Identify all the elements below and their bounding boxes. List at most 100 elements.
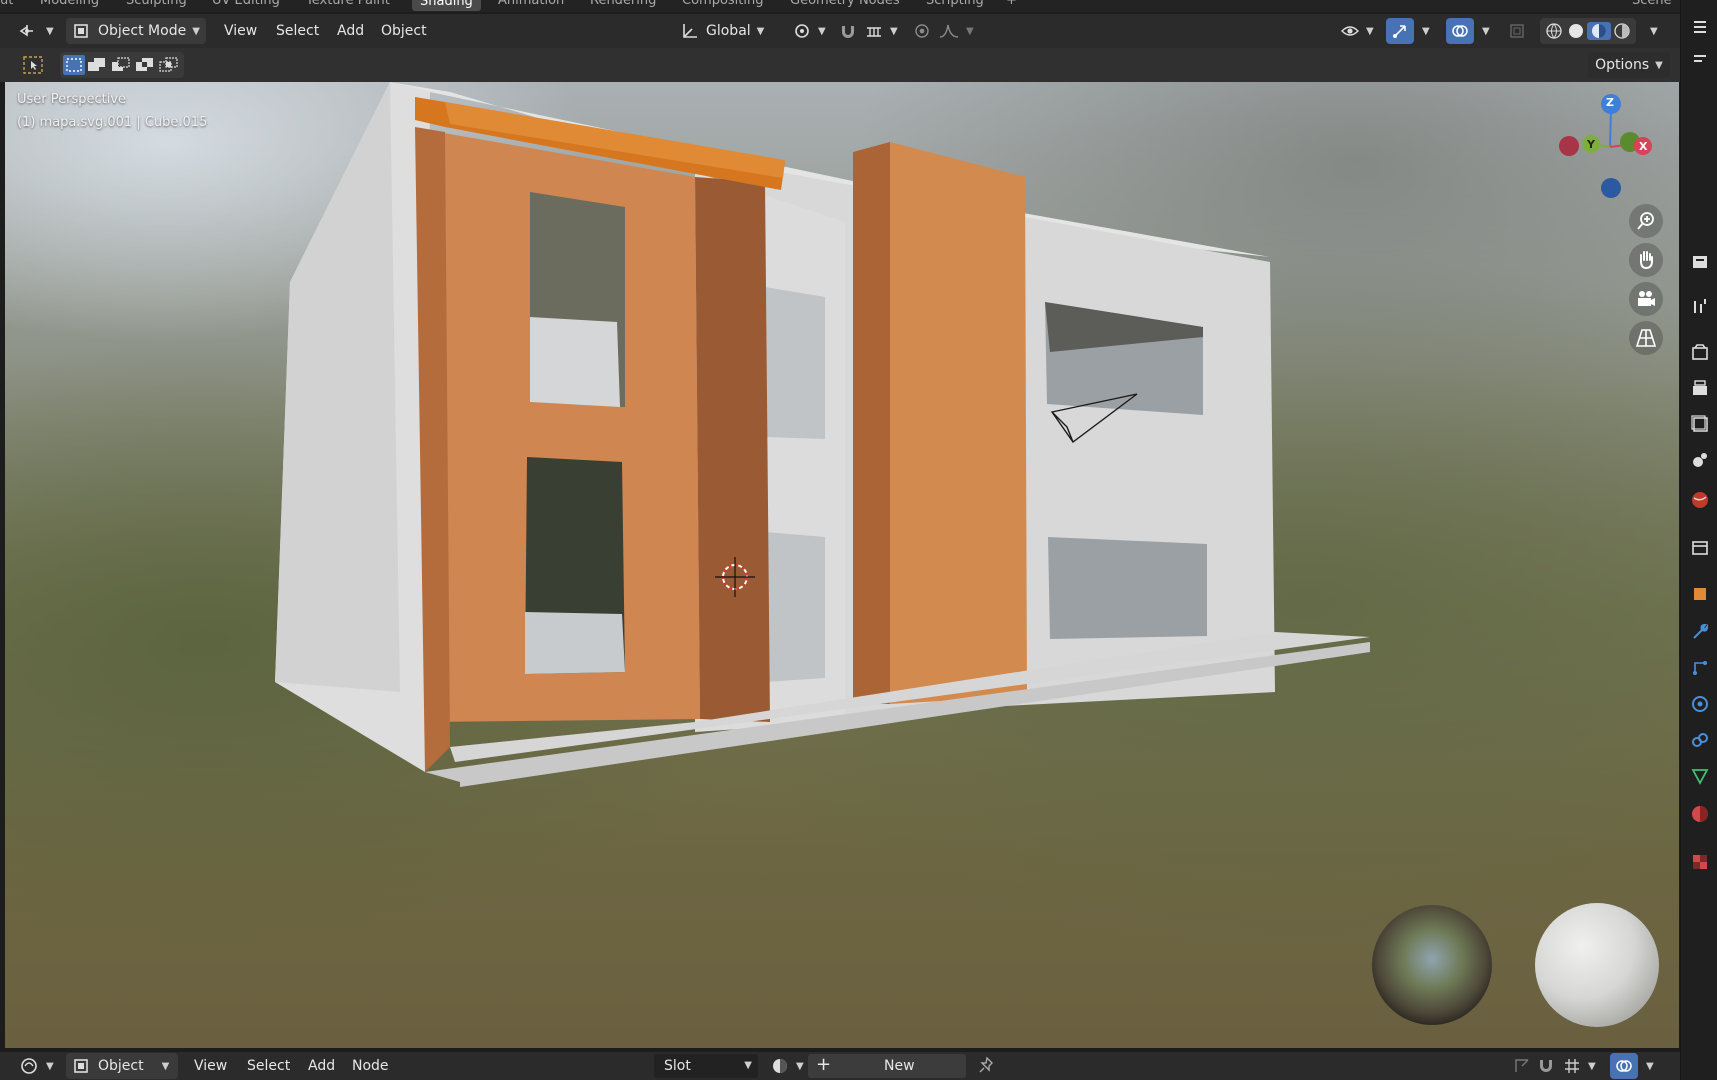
pan-button[interactable] xyxy=(1629,243,1663,277)
opening-lower-floor xyxy=(525,612,625,674)
proportional-edit-icon xyxy=(915,24,929,38)
particles-properties-icon[interactable] xyxy=(1690,658,1710,678)
shader-type-selector[interactable]: Object ▼ xyxy=(66,1053,178,1079)
physics-properties-icon[interactable] xyxy=(1690,694,1710,714)
view-layer-properties-icon[interactable] xyxy=(1690,414,1710,434)
workspace-tab-compositing[interactable]: Compositing xyxy=(682,0,764,8)
add-workspace-button[interactable]: + xyxy=(1006,0,1017,8)
wireframe-icon[interactable] xyxy=(1543,22,1565,40)
rendered-icon[interactable] xyxy=(1611,22,1633,40)
camera-icon xyxy=(1638,291,1655,306)
workspace-tab-texture-paint[interactable]: Texture Paint xyxy=(306,0,390,8)
active-tool-button[interactable] xyxy=(22,52,44,78)
pin-button[interactable] xyxy=(978,1053,996,1079)
filter-icon[interactable] xyxy=(1690,52,1710,72)
select-subtract-icon[interactable] xyxy=(109,55,133,75)
proportional-falloff-button[interactable]: ▼ xyxy=(938,18,974,44)
menu-add[interactable]: Add xyxy=(337,18,364,44)
object-mode-icon xyxy=(74,1059,88,1073)
workspace-tab-sculpting[interactable]: Sculpting xyxy=(126,0,187,8)
browse-material-button[interactable]: ▼ xyxy=(770,1053,804,1079)
viewport-header: ▼ Object Mode ▼ View Select Add Object G… xyxy=(0,14,1680,48)
solid-icon[interactable] xyxy=(1565,22,1587,40)
chevron-down-icon: ▼ xyxy=(818,25,826,37)
gizmo-toggle[interactable] xyxy=(1386,18,1414,44)
parent-node-tree-button[interactable] xyxy=(1512,1053,1532,1079)
render-properties-icon[interactable] xyxy=(1690,342,1710,362)
snap-toggle[interactable] xyxy=(1536,1053,1556,1079)
menu-select[interactable]: Select xyxy=(247,1053,290,1079)
xray-toggle[interactable] xyxy=(1508,18,1526,44)
properties-editor-icon[interactable] xyxy=(1690,252,1710,272)
mode-label: Object Mode xyxy=(98,23,187,39)
editor-type-button[interactable]: ▼ xyxy=(18,1053,54,1079)
perspective-toggle-button[interactable] xyxy=(1629,321,1663,355)
workspace-tab-modeling[interactable]: Modeling xyxy=(40,0,99,8)
selection-mode-group xyxy=(60,52,184,78)
mode-selector[interactable]: Object Mode ▼ xyxy=(66,18,206,44)
camera-view-button[interactable] xyxy=(1629,282,1663,316)
chevron-down-icon: ▼ xyxy=(796,1060,804,1072)
view3d-icon xyxy=(19,25,33,37)
arrow-up-icon xyxy=(1515,1059,1529,1072)
overlays-options-button[interactable]: ▼ xyxy=(1476,18,1490,44)
overlays-options-button[interactable]: ▼ xyxy=(1640,1053,1654,1079)
menu-node[interactable]: Node xyxy=(352,1053,389,1079)
orange-column-right xyxy=(890,142,1027,704)
editor-type-button[interactable]: ▼ xyxy=(18,18,54,44)
chevron-down-icon: ▼ xyxy=(1650,25,1658,37)
modifier-properties-icon[interactable] xyxy=(1690,622,1710,642)
visibility-selectability-button[interactable]: ▼ xyxy=(1340,18,1374,44)
new-material-button[interactable]: + New xyxy=(808,1054,966,1078)
overlays-toggle[interactable] xyxy=(1610,1053,1638,1079)
tool-header xyxy=(0,48,1680,82)
object-properties-icon[interactable] xyxy=(1690,584,1710,604)
menu-object[interactable]: Object xyxy=(381,18,427,44)
material-properties-icon[interactable] xyxy=(1690,804,1710,824)
menu-view[interactable]: View xyxy=(194,1053,227,1079)
material-slot-selector[interactable]: Slot ▼ xyxy=(654,1054,758,1078)
workspace-tab-rendering[interactable]: Rendering xyxy=(590,0,656,8)
scene-render xyxy=(275,82,1659,1027)
menu-add[interactable]: Add xyxy=(308,1053,335,1079)
transform-orientation-selector[interactable]: Global ▼ xyxy=(680,18,764,44)
select-new-icon[interactable] xyxy=(63,55,85,75)
material-preview-icon[interactable] xyxy=(1587,22,1611,40)
scene-properties-icon[interactable] xyxy=(1690,450,1710,470)
select-invert-icon[interactable] xyxy=(133,55,157,75)
snap-target-button[interactable]: ▼ xyxy=(864,18,898,44)
snap-target-button[interactable]: ▼ xyxy=(1562,1053,1596,1079)
gizmo-options-button[interactable]: ▼ xyxy=(1416,18,1430,44)
snap-toggle[interactable] xyxy=(838,18,858,44)
texture-properties-icon[interactable] xyxy=(1690,852,1710,872)
workspace-tab-geometry-nodes[interactable]: Geometry Nodes xyxy=(790,0,900,8)
scene-selector-label[interactable]: Scene xyxy=(1632,0,1672,8)
select-extend-icon[interactable] xyxy=(85,55,109,75)
gizmo-axis-x-label: X xyxy=(1639,140,1648,153)
overlays-toggle[interactable] xyxy=(1446,18,1474,44)
workspace-tab-scripting[interactable]: Scripting xyxy=(926,0,984,8)
pivot-point-button[interactable]: ▼ xyxy=(792,18,826,44)
house-left-wall-shade xyxy=(275,82,400,692)
menu-view[interactable]: View xyxy=(224,18,257,44)
workspace-tab-layout[interactable]: ut xyxy=(0,0,13,8)
output-properties-icon[interactable] xyxy=(1690,378,1710,398)
3d-viewport[interactable]: User Perspective (1) mapa.svg.001 | Cube… xyxy=(5,82,1679,1048)
constraints-properties-icon[interactable] xyxy=(1690,730,1710,750)
chevron-down-icon: ▼ xyxy=(161,1060,170,1072)
shading-options-button[interactable]: ▼ xyxy=(1644,18,1658,44)
workspace-tab-uv-editing[interactable]: UV Editing xyxy=(212,0,280,8)
options-dropdown[interactable]: Options ▼ xyxy=(1588,52,1670,78)
zoom-button[interactable] xyxy=(1629,204,1663,238)
world-properties-icon[interactable] xyxy=(1690,490,1710,510)
menu-select[interactable]: Select xyxy=(276,18,319,44)
workspace-tab-shading[interactable]: Shading xyxy=(412,0,481,11)
collection-properties-icon[interactable] xyxy=(1690,538,1710,558)
workspace-tab-animation[interactable]: Animation xyxy=(498,0,564,8)
shading-modes xyxy=(1540,18,1636,44)
data-properties-icon[interactable] xyxy=(1690,766,1710,786)
proportional-edit-toggle[interactable] xyxy=(912,18,932,44)
tool-properties-icon[interactable] xyxy=(1690,296,1710,316)
outliner-icon[interactable] xyxy=(1690,18,1710,38)
select-intersect-icon[interactable] xyxy=(157,55,181,75)
